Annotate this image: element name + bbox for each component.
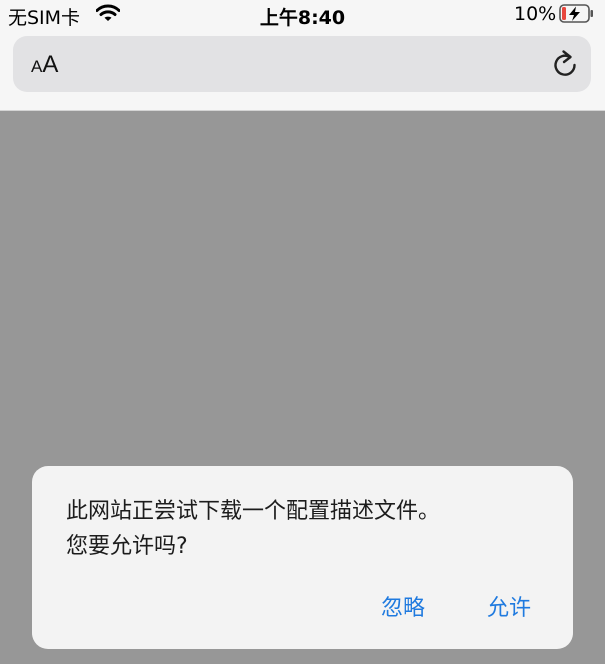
- alert-message-line2: 您要允许吗?: [66, 534, 188, 559]
- battery-charging-icon: [559, 4, 595, 29]
- address-bar[interactable]: AA: [13, 36, 591, 92]
- browser-chrome: 无SIM卡 上午8:40 10% AA: [0, 0, 605, 111]
- ignore-button[interactable]: 忽略: [381, 590, 425, 622]
- text-size-button[interactable]: AA: [31, 51, 58, 79]
- battery-percent: 10%: [514, 3, 557, 25]
- download-profile-alert: 此网站正尝试下载一个配置描述文件。 您要允许吗? 忽略 允许: [32, 466, 573, 649]
- text-size-small-a: A: [31, 57, 43, 76]
- status-bar: 无SIM卡 上午8:40 10%: [0, 0, 605, 30]
- alert-message-line1: 此网站正尝试下载一个配置描述文件。: [66, 499, 441, 524]
- text-size-large-a: A: [42, 51, 59, 78]
- allow-button[interactable]: 允许: [487, 590, 531, 622]
- alert-message: 此网站正尝试下载一个配置描述文件。 您要允许吗?: [66, 494, 566, 564]
- reload-icon[interactable]: [551, 49, 579, 83]
